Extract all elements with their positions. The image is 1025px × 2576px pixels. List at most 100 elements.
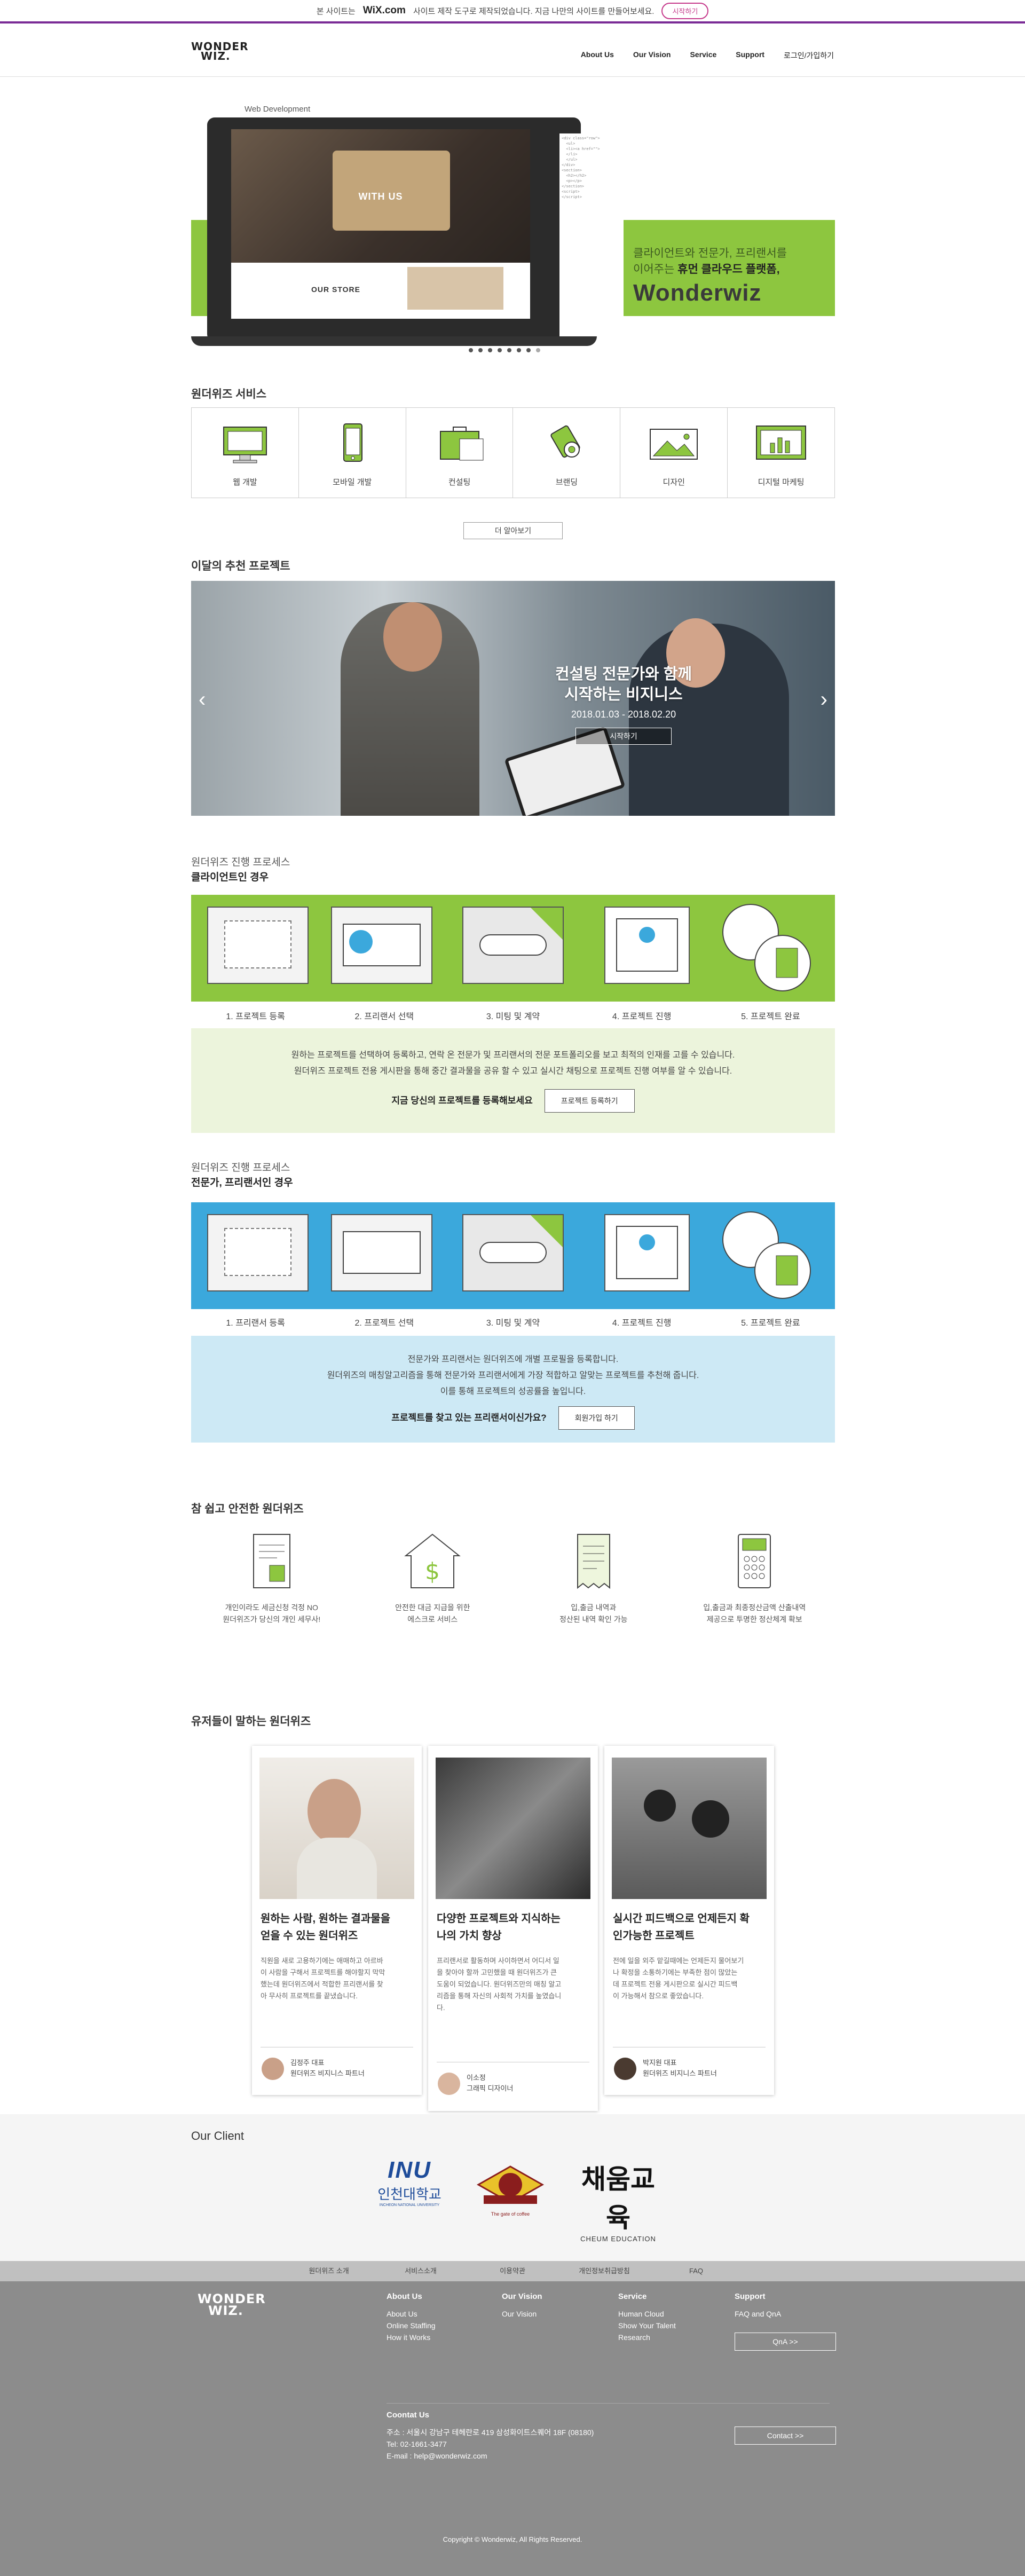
pro-process-subtitle: 원더위즈 진행 프로세스: [191, 1162, 290, 1173]
footer-logo[interactable]: WONDER WIZ.: [198, 2293, 266, 2317]
hero-line-2: 이어주는: [633, 263, 675, 275]
more-button[interactable]: 더 알아보기: [463, 522, 563, 539]
testimonial-2-role: 그래픽 디자이너: [467, 2084, 514, 2092]
testimonial-3-body-line: 나 확정을 소통하기에는 부족한 점이 많았는: [613, 1968, 738, 1976]
nav-login[interactable]: 로그인/가입하기: [784, 50, 834, 61]
footer-nav-service[interactable]: 서비스소개: [375, 2261, 467, 2281]
footer-link[interactable]: Research: [618, 2331, 676, 2343]
recommended-text: 컨설팅 전문가와 함께 시작하는 비지니스 2018.01.03 - 2018.…: [543, 664, 704, 745]
register-project-button[interactable]: 프로젝트 등록하기: [544, 1089, 635, 1113]
project-select-illustration: [331, 1214, 432, 1291]
hero-line-2-bold: 휴먼 클라우드 플랫폼,: [677, 263, 780, 275]
testimonial-3-title-2: 인가능한 프로젝트: [613, 1930, 695, 1942]
testimonial-photo-kettlebells: [612, 1758, 767, 1899]
service-digital-marketing-label: 디지털 마케팅: [758, 478, 805, 487]
hero-slider: Web Development WITH US OUR STORE <div c…: [191, 101, 835, 358]
slider-dot[interactable]: [488, 348, 492, 352]
client-desc-2: 원더위즈 프로젝트 전용 게시판을 통해 중간 결과물을 공유 할 수 있고 실…: [294, 1067, 732, 1076]
screen-store-title: OUR STORE: [311, 285, 360, 294]
pro-cta: 프로젝트를 찾고 있는 프리랜서이신가요? 회원가입 하기: [191, 1406, 835, 1430]
footer-link[interactable]: Human Cloud: [618, 2308, 676, 2320]
nav-our-vision[interactable]: Our Vision: [633, 50, 671, 61]
testimonial-1-title-2: 얻을 수 있는 원더위즈: [261, 1930, 358, 1942]
slider-dot[interactable]: [517, 348, 521, 352]
footer-nav: 원더위즈 소개 서비스소개 이용약관 개인정보취급방침 FAQ: [0, 2261, 1025, 2281]
service-digital-marketing[interactable]: 디지털 마케팅: [728, 408, 834, 498]
testimonial-3-body-line: 전에 일을 외주 맡길때에는 언제든지 물어보기: [613, 1957, 744, 1965]
slider-dot[interactable]: [536, 348, 540, 352]
avatar: [262, 2058, 284, 2080]
footer-link[interactable]: FAQ and QnA: [735, 2308, 781, 2320]
client-step-3: 3. 미팅 및 계약: [486, 1012, 540, 1021]
testimonial-2-body: 프리랜서로 활동하며 사이하면서 어디서 일 을 찾아야 할까 고민했을 때 원…: [437, 1955, 586, 2014]
slider-dot[interactable]: [526, 348, 531, 352]
footer-link[interactable]: Show Your Talent: [618, 2320, 676, 2331]
tax-document-icon: [253, 1534, 290, 1588]
project-complete-illustration-2: [719, 1208, 820, 1299]
footer-nav-faq[interactable]: FAQ: [650, 2261, 742, 2281]
footer-link[interactable]: About Us: [387, 2308, 436, 2320]
wix-start-button[interactable]: 시작하기: [661, 2, 709, 19]
slider-dot[interactable]: [498, 348, 502, 352]
footer-nav-about[interactable]: 원더위즈 소개: [283, 2261, 375, 2281]
pro-process-title: 전문가, 프리랜서인 경우: [191, 1177, 293, 1188]
footer-link[interactable]: Our Vision: [502, 2308, 542, 2320]
footer-link[interactable]: How it Works: [387, 2331, 436, 2343]
wix-brand[interactable]: WiX.com: [363, 5, 406, 17]
testimonial-2-title-2: 나의 가치 향상: [437, 1930, 502, 1942]
slider-dot[interactable]: [507, 348, 511, 352]
copyright: Copyright © Wonderwiz, All Rights Reserv…: [443, 2535, 582, 2543]
service-consulting[interactable]: 컨설팅: [406, 408, 514, 498]
service-mobile[interactable]: 모바일 개발: [299, 408, 406, 498]
safe-title: 참 쉽고 안전한 원더위즈: [191, 1503, 304, 1515]
recommended-start-button[interactable]: 시작하기: [575, 728, 672, 745]
recommended-slider: 컨설팅 전문가와 함께 시작하는 비지니스 2018.01.03 - 2018.…: [191, 581, 835, 816]
safe-tax-line-2: 원더위즈가 당신의 개인 세무사!: [223, 1615, 321, 1624]
testimonial-photo-hands: [436, 1758, 590, 1899]
client-step-1: 1. 프로젝트 등록: [226, 1012, 285, 1021]
slider-dot[interactable]: [469, 348, 473, 352]
footer-nav-privacy[interactable]: 개인정보취급방침: [558, 2261, 650, 2281]
testimonial-2-title-1: 다양한 프로젝트와 지식하는: [437, 1913, 561, 1925]
nav-about-us[interactable]: About Us: [581, 50, 614, 61]
service-branding[interactable]: 브랜딩: [513, 408, 621, 498]
nav-service[interactable]: Service: [690, 50, 716, 61]
hero-label: Web Development: [245, 105, 311, 114]
service-design-label: 디자인: [663, 478, 685, 487]
footer-tel: Tel: 02-1661-3477: [387, 2440, 447, 2448]
signup-button[interactable]: 회원가입 하기: [558, 1406, 635, 1430]
slider-dot[interactable]: [478, 348, 483, 352]
hero-text: 클라이언트와 전문가, 프리랜서를 이어주는 휴먼 클라우드 플랫폼, Wond…: [633, 246, 787, 306]
pro-desc-2: 원더위즈의 매칭알고리즘을 통해 전문가와 프리랜서에게 가장 적합하고 알맞는…: [327, 1371, 699, 1380]
footer-nav-terms[interactable]: 이용약관: [467, 2261, 558, 2281]
client-process-steps: 1. 프로젝트 등록 2. 프리랜서 선택 3. 미팅 및 계약 4. 프로젝트…: [191, 1009, 835, 1022]
testimonial-2-body-line: 을 찾아야 할까 고민했을 때 원더위즈가 큰: [437, 1968, 557, 1976]
client-desc-1: 원하는 프로젝트를 선택하여 등록하고, 연락 온 전문가 및 프리랜서의 전문…: [291, 1051, 735, 1060]
client-step-2: 2. 프리랜서 선택: [354, 1012, 414, 1021]
footer-email[interactable]: E-mail : help@wonderwiz.com: [387, 2450, 594, 2462]
site-logo[interactable]: WONDER WIZ.: [191, 41, 248, 61]
safe-escrow-line-2: 에스크로 서비스: [407, 1615, 458, 1624]
chevron-right-icon[interactable]: ›: [821, 688, 827, 712]
service-design[interactable]: 디자인: [620, 408, 728, 498]
footer-link[interactable]: Online Staffing: [387, 2320, 436, 2331]
chevron-left-icon[interactable]: ‹: [199, 688, 206, 712]
wix-banner: 본 사이트는 WiX.com 사이트 제작 도구로 제작되었습니다. 지금 나만…: [0, 0, 1025, 23]
cheum-logo: 채움교육 CHEUM EDUCATION: [575, 2158, 661, 2243]
pro-process-band: [191, 1202, 835, 1309]
site-footer: WONDER WIZ. About Us About Us Online Sta…: [0, 2281, 1025, 2576]
mobile-icon: [343, 423, 362, 462]
qna-button[interactable]: QnA >>: [735, 2333, 836, 2351]
footer-contact-title: Coontat Us: [387, 2410, 429, 2420]
service-web[interactable]: 웹 개발: [192, 408, 299, 498]
dollar-house-icon: $: [404, 1533, 461, 1588]
contact-button[interactable]: Contact >>: [735, 2427, 836, 2445]
recommended-headline-2: 시작하는 비지니스: [564, 686, 683, 703]
safe-settlement-line-1: 입,출금과 최종정산금액 산출내역: [703, 1603, 806, 1612]
handshake-illustration: [462, 907, 564, 984]
code-panel: <div class="row"> <ul> <li><a href=""> <…: [559, 133, 624, 336]
client-process-band: [191, 895, 835, 1002]
service-web-label: 웹 개발: [233, 478, 257, 487]
hero-brand: Wonderwiz: [633, 280, 762, 306]
nav-support[interactable]: Support: [736, 50, 764, 61]
